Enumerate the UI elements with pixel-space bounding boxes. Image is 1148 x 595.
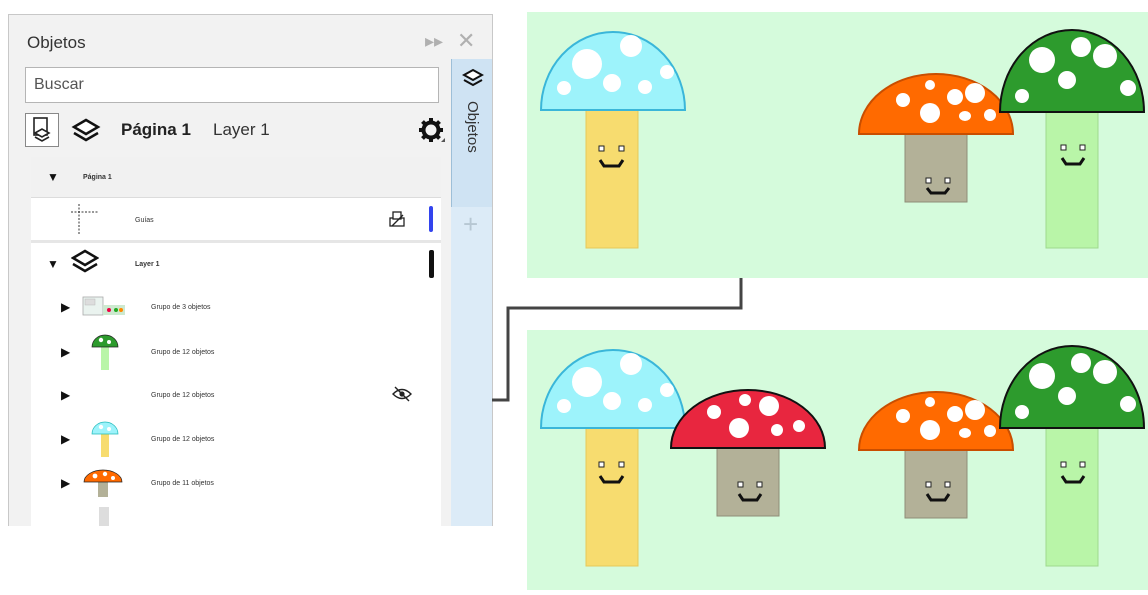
green-mushroom: [998, 345, 1146, 567]
group-row-label: Grupo de 3 objetos: [151, 304, 211, 311]
tree-row-layer[interactable]: ▼ Layer 1: [31, 244, 441, 284]
expand-triangle-icon[interactable]: ▶: [61, 476, 70, 490]
page-row-label: Página 1: [83, 174, 112, 181]
cyan-mushroom-thumbnail-icon: [91, 421, 119, 457]
tree-row-page[interactable]: ▼ Página 1: [31, 157, 441, 198]
collapse-docker-icon[interactable]: ▸▸: [425, 31, 443, 52]
close-icon[interactable]: ✕: [457, 28, 475, 54]
layers-view-icon[interactable]: [71, 116, 101, 146]
objects-docker: Objetos ▸▸ ✕ Página 1 Layer 1: [8, 14, 493, 526]
mushroom-illustration-bottom: [539, 345, 1146, 567]
expand-triangle-icon[interactable]: ▶: [61, 432, 70, 446]
current-layer-label: Layer 1: [213, 120, 270, 139]
expand-triangle-icon[interactable]: ▼: [47, 257, 59, 271]
objects-tab-label: Objetos: [464, 101, 481, 153]
page-layer-header: Página 1 Layer 1: [25, 111, 445, 151]
guides-row-label: Guías: [135, 217, 154, 224]
group-row-label: Grupo de 12 objetos: [151, 436, 215, 443]
guides-color-indicator: [429, 206, 433, 232]
settings-gear-icon[interactable]: [417, 116, 447, 146]
expand-triangle-icon[interactable]: ▼: [47, 170, 59, 184]
tree-row-guides[interactable]: Guías: [31, 198, 441, 243]
red-mushroom: [669, 389, 827, 517]
add-tab-plus-icon[interactable]: +: [463, 209, 478, 240]
layer-color-indicator: [429, 250, 434, 278]
canvas-preview-top: [527, 12, 1148, 278]
cyan-mushroom: [539, 31, 687, 249]
tree-row-group[interactable]: ▶ Grupo de 12 objetos: [31, 375, 441, 415]
canvas-preview-bottom: [527, 330, 1148, 590]
print-lock-icon[interactable]: [387, 210, 407, 228]
objects-tab[interactable]: Objetos: [451, 59, 492, 207]
docker-title: Objetos: [27, 33, 86, 52]
group-row-label: Grupo de 11 objetos: [151, 480, 214, 487]
orange-mushroom: [857, 73, 1015, 203]
expand-triangle-icon[interactable]: ▶: [61, 300, 70, 314]
group-thumbnail-icon: [82, 296, 125, 316]
layers-icon: [462, 68, 484, 87]
tree-row-group[interactable]: ▶ Grupo de 12 objetos: [31, 330, 441, 373]
green-mushroom: [998, 29, 1146, 249]
mushroom-illustration-top: [539, 29, 1146, 249]
orange-mushroom: [857, 391, 1015, 519]
cyan-mushroom: [539, 349, 687, 567]
tree-row-group[interactable]: ▶ Grupo de 11 objetos: [31, 461, 441, 503]
expand-triangle-icon[interactable]: ▶: [61, 345, 70, 359]
orange-mushroom-thumbnail-icon: [83, 469, 123, 497]
tree-row-group[interactable]: ▶ Grupo de 12 objetos: [31, 417, 441, 459]
docker-tabs-strip: Objetos +: [451, 59, 492, 526]
search-input[interactable]: [25, 67, 439, 103]
expand-triangle-icon[interactable]: ▶: [61, 388, 70, 402]
hidden-eye-icon[interactable]: [391, 385, 413, 403]
guides-icon: [71, 204, 99, 234]
layer-icon: [71, 249, 99, 273]
green-mushroom-thumbnail-icon: [91, 334, 119, 370]
tree-row-group[interactable]: ▶ Grupo de 3 objetos: [31, 287, 441, 327]
objects-tree: ▼ Página 1 Guías ▼ Layer 1 ▶ Grupo de 3 …: [31, 157, 441, 526]
tree-row-partial: [99, 507, 109, 526]
page-layers-icon: [33, 117, 51, 142]
group-row-label: Grupo de 12 objetos: [151, 349, 215, 356]
page-view-button[interactable]: [25, 113, 59, 147]
group-row-label: Grupo de 12 objetos: [151, 392, 215, 399]
current-page-label: Página 1: [121, 120, 191, 139]
layer-row-label: Layer 1: [135, 261, 160, 268]
